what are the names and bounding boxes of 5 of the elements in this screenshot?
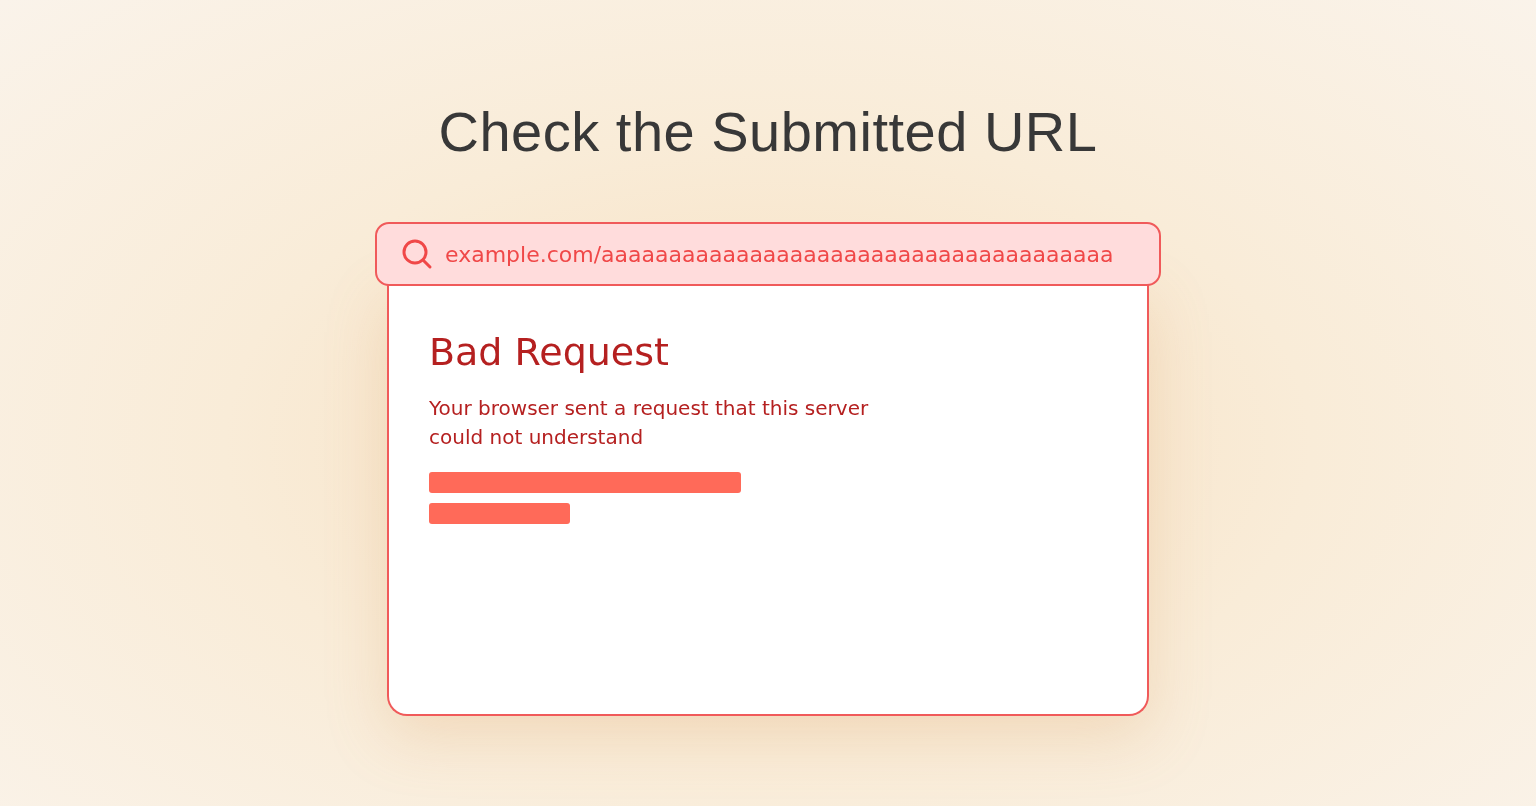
search-icon	[401, 238, 433, 270]
error-message: Your browser sent a request that this server could not understand	[429, 395, 870, 451]
page-title: Check the Submitted URL	[438, 99, 1098, 165]
error-heading: Bad Request	[429, 329, 670, 376]
url-field[interactable]: example.com/aaaaaaaaaaaaaaaaaaaaaaaaaaaaaaaaaaaaaa	[375, 222, 1161, 286]
